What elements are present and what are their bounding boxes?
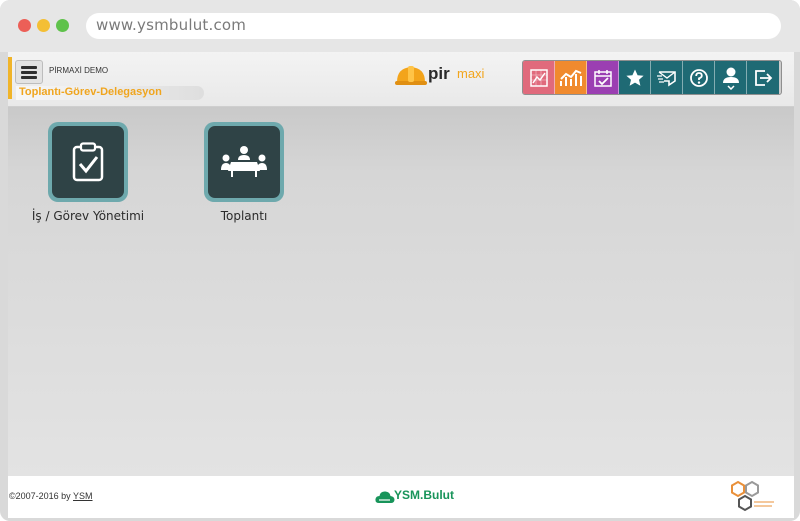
meeting-label[interactable]: Toplantı: [184, 209, 304, 223]
meeting-tile[interactable]: [204, 122, 284, 202]
message-icon: [656, 70, 676, 86]
tile-icon-panel: [52, 126, 124, 198]
address-bar[interactable]: www.ysmbulut.com: [86, 13, 781, 39]
task-management-tile[interactable]: [48, 122, 128, 202]
helmet-icon: [395, 66, 427, 85]
meeting-icon: [221, 146, 267, 177]
module-title-text: Toplantı-Görev-Delegasyon: [19, 86, 162, 98]
help-button[interactable]: [683, 61, 715, 94]
user-profile-button[interactable]: [715, 61, 747, 94]
logo-pir-text: pir: [428, 64, 450, 83]
pirmaxi-logo: pir maxi: [394, 60, 494, 90]
copyright-text: ©2007-2016 by: [9, 491, 74, 501]
task-management-label[interactable]: İş / Görev Yönetimi: [28, 209, 148, 223]
star-icon: [625, 69, 644, 86]
logout-icon: [755, 69, 773, 86]
report-icon: [529, 68, 548, 87]
app-frame: PİRMAXİ DEMO Toplantı-Görev-Delegasyon p…: [8, 52, 794, 518]
calendar-button[interactable]: [587, 61, 619, 94]
menu-icon-line: [21, 76, 37, 79]
main-content: İş / Görev Yönetimi Toplantı: [8, 107, 794, 476]
report-button[interactable]: [523, 61, 555, 94]
copyright: ©2007-2016 by YSM: [9, 491, 93, 501]
header-toolbar: [522, 60, 782, 95]
menu-icon-line: [21, 71, 37, 74]
calendar-check-icon: [593, 69, 612, 87]
close-window-button[interactable]: [18, 19, 31, 32]
browser-window: www.ysmbulut.com PİRMAXİ DEMO Toplantı-G…: [0, 0, 800, 521]
minimize-window-button[interactable]: [37, 19, 50, 32]
cloud-icon: [375, 491, 395, 503]
user-icon: [722, 67, 739, 90]
ysm-link[interactable]: YSM: [73, 491, 93, 501]
ysm-bulut-text: YSM.Bulut: [394, 488, 454, 502]
app-header: PİRMAXİ DEMO Toplantı-Görev-Delegasyon p…: [8, 52, 794, 107]
favorites-button[interactable]: [619, 61, 651, 94]
help-icon: [689, 68, 708, 87]
header-accent: [8, 57, 12, 99]
module-title: Toplantı-Görev-Delegasyon: [16, 86, 204, 100]
logout-button[interactable]: [747, 61, 779, 94]
statistics-button[interactable]: [555, 61, 587, 94]
menu-icon-line: [21, 66, 37, 69]
company-name: PİRMAXİ DEMO: [49, 66, 109, 75]
tile-icon-panel: [208, 126, 280, 198]
logo-maxi-text: maxi: [457, 66, 485, 81]
clipboard-check-icon: [72, 142, 104, 182]
browser-chrome: www.ysmbulut.com: [0, 0, 800, 52]
maximize-window-button[interactable]: [56, 19, 69, 32]
messages-button[interactable]: [651, 61, 683, 94]
app-footer: ©2007-2016 by YSM YSM.Bulut: [8, 476, 794, 518]
chart-icon: [559, 69, 582, 86]
ysm-hexagon-logo: [731, 480, 774, 512]
hamburger-menu-button[interactable]: [15, 60, 43, 84]
address-text: www.ysmbulut.com: [96, 16, 247, 34]
